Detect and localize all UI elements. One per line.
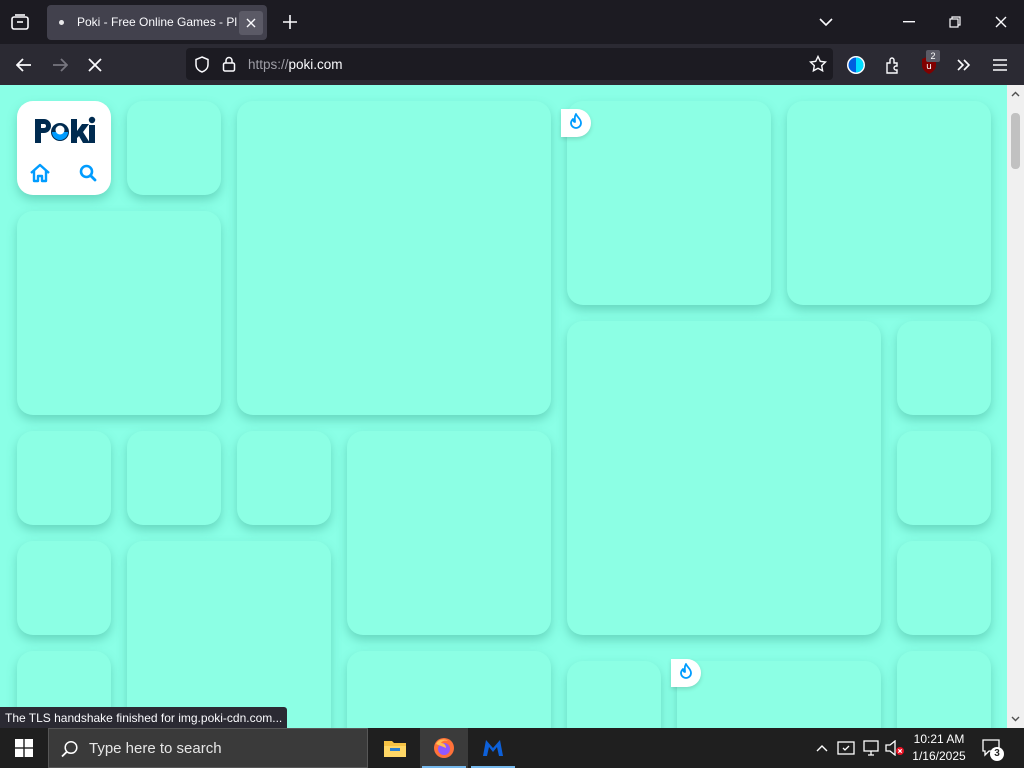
stop-loading-icon[interactable]	[82, 52, 108, 78]
clock-date: 1/16/2025	[912, 749, 966, 763]
extensions-icon[interactable]	[880, 52, 906, 78]
url-text[interactable]: https://poki.com	[248, 57, 343, 72]
game-tile[interactable]	[897, 541, 991, 635]
hot-badge	[671, 659, 701, 687]
tab-bar: Poki - Free Online Games - Play	[0, 0, 1024, 44]
notifications-icon[interactable]: 3	[982, 738, 1004, 761]
game-tile[interactable]	[127, 541, 331, 728]
forward-icon[interactable]	[47, 52, 73, 78]
home-icon[interactable]	[29, 163, 51, 188]
game-tile[interactable]	[237, 101, 551, 415]
tab-list-icon[interactable]	[8, 10, 32, 34]
poki-logo[interactable]	[33, 115, 97, 147]
game-tile[interactable]	[787, 101, 991, 305]
game-tile[interactable]	[17, 541, 111, 635]
nav-bar: https://poki.com u	[0, 44, 1024, 85]
account-icon[interactable]	[843, 52, 869, 78]
file-explorer-icon[interactable]	[371, 728, 419, 768]
volume-muted-icon[interactable]	[885, 738, 905, 758]
svg-text:u: u	[926, 62, 932, 72]
game-tile[interactable]	[347, 431, 551, 635]
vertical-scrollbar[interactable]	[1007, 85, 1024, 728]
tab-close-icon[interactable]	[239, 11, 263, 35]
malwarebytes-icon[interactable]	[469, 728, 517, 768]
game-tile[interactable]	[567, 661, 661, 728]
restore-icon[interactable]	[943, 10, 967, 34]
firefox-icon[interactable]	[420, 728, 468, 768]
taskbar: Type here to search 10:21 AM 1/16/2025 3	[0, 728, 1024, 768]
game-tile[interactable]	[127, 101, 221, 195]
status-text: The TLS handshake finished for img.poki-…	[0, 707, 288, 728]
scroll-thumb[interactable]	[1011, 113, 1020, 169]
flame-icon	[569, 112, 583, 134]
tab-loading-icon	[59, 20, 64, 25]
game-tile[interactable]	[127, 431, 221, 525]
minimize-icon[interactable]	[897, 10, 921, 34]
bookmark-star-icon[interactable]	[808, 54, 828, 78]
clock-time: 10:21 AM	[913, 732, 965, 746]
flame-icon	[679, 662, 693, 684]
search-placeholder: Type here to search	[89, 740, 222, 757]
security-tray-icon[interactable]	[836, 738, 856, 758]
scroll-down-icon[interactable]	[1010, 713, 1021, 724]
game-tile[interactable]	[567, 101, 771, 305]
page-content	[0, 85, 1007, 728]
menu-icon[interactable]	[987, 52, 1013, 78]
game-tile[interactable]	[897, 651, 991, 728]
game-tile[interactable]	[17, 431, 111, 525]
notifications-count: 3	[990, 747, 1004, 761]
close-window-icon[interactable]	[989, 10, 1013, 34]
search-icon[interactable]	[79, 164, 97, 187]
lock-icon[interactable]	[222, 56, 236, 77]
url-host: poki.com	[288, 57, 343, 72]
search-icon	[61, 740, 79, 763]
game-tile[interactable]	[17, 211, 221, 415]
new-tab-icon[interactable]	[278, 10, 302, 34]
overflow-chevrons-icon[interactable]	[951, 52, 977, 78]
shield-icon[interactable]	[194, 56, 210, 78]
system-clock[interactable]: 10:21 AM 1/16/2025	[906, 731, 972, 765]
browser-tab[interactable]: Poki - Free Online Games - Play	[47, 5, 267, 40]
hot-badge	[561, 109, 591, 137]
url-scheme: https://	[248, 57, 289, 72]
game-tile[interactable]	[677, 661, 881, 728]
chevron-down-icon[interactable]	[814, 10, 838, 34]
back-icon[interactable]	[11, 52, 37, 78]
game-tile[interactable]	[567, 321, 881, 635]
game-tile[interactable]	[347, 651, 551, 728]
game-tile[interactable]	[237, 431, 331, 525]
scroll-up-icon[interactable]	[1010, 88, 1021, 99]
extension-badge: 2	[926, 50, 940, 62]
address-bar[interactable]: https://poki.com	[186, 48, 833, 80]
windows-start-icon[interactable]	[0, 728, 48, 768]
game-tile[interactable]	[897, 431, 991, 525]
network-icon[interactable]	[861, 738, 881, 758]
game-tile[interactable]	[897, 321, 991, 415]
taskbar-search[interactable]: Type here to search	[48, 728, 368, 768]
tab-title: Poki - Free Online Games - Play	[77, 15, 237, 29]
poki-logo-card[interactable]	[17, 101, 111, 195]
tray-chevron-up-icon[interactable]	[812, 738, 832, 758]
